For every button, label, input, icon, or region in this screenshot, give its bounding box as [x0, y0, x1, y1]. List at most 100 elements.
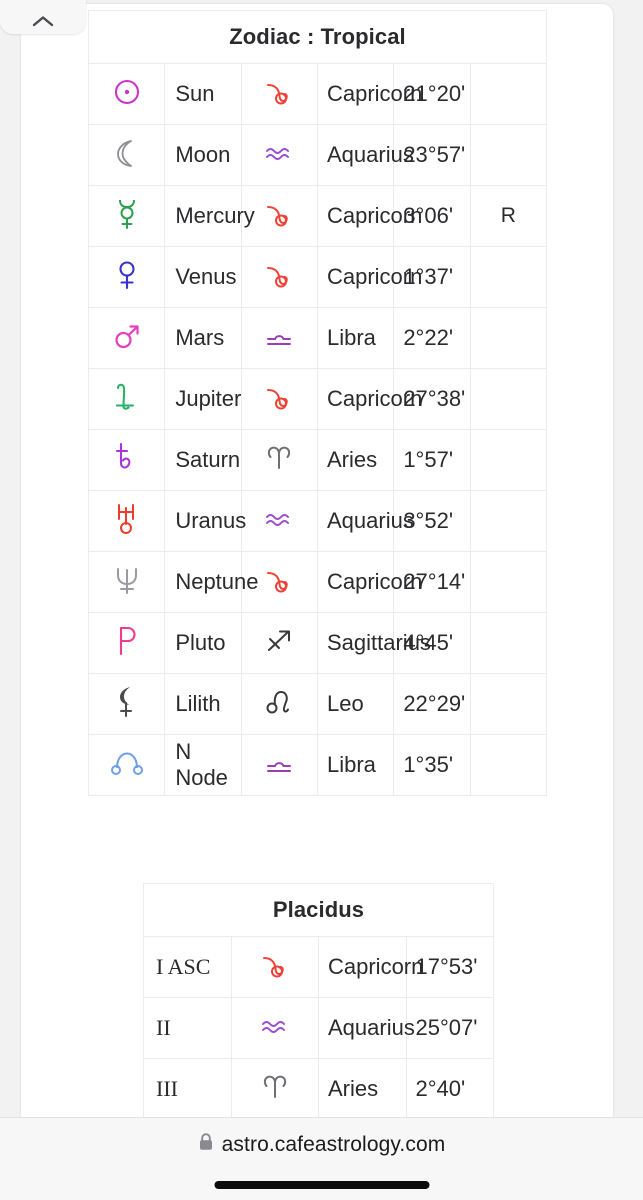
sign-name: Aries: [316, 429, 395, 491]
table-row: Saturn Aries 1°57': [87, 429, 548, 491]
address-bar[interactable]: astro.cafeastrology.com: [0, 1132, 643, 1157]
sign-name: Aquarius: [316, 124, 414, 186]
table-row: Sun Capricorn 21°20': [87, 63, 548, 125]
zodiac-table: Zodiac : Tropical Sun Capricorn 21°20' M…: [87, 10, 548, 796]
browser-screen: Zodiac : Tropical Sun Capricorn 21°20' M…: [0, 0, 643, 1200]
degree-value: 17°53': [405, 936, 494, 998]
placidus-table: Placidus I ASC Capricorn 17°53' II Aquar…: [143, 883, 494, 1118]
table-row: I ASC Capricorn 17°53': [143, 936, 494, 998]
retrograde-marker: R: [469, 185, 548, 247]
planet-name: Sun: [164, 63, 242, 125]
retrograde-marker: [469, 246, 548, 308]
table-row: II Aquarius 25°07': [143, 997, 494, 1059]
planet-name: Pluto: [164, 612, 242, 674]
retrograde-marker: [469, 63, 548, 125]
nnode-glyph: [87, 734, 166, 796]
mars-glyph: [87, 307, 166, 369]
sign-name: Leo: [316, 673, 395, 735]
tab-pill[interactable]: [0, 0, 86, 34]
sagittarius-glyph: [240, 612, 318, 674]
retrograde-marker: [469, 612, 548, 674]
sign-name: Capricorn: [316, 185, 422, 247]
aquarius-glyph: [230, 997, 319, 1059]
planet-name: Uranus: [164, 490, 246, 552]
degree-value: 21°20': [393, 63, 471, 125]
table-row: Neptune Capricorn 27°14': [87, 551, 548, 613]
table-row: Jupiter Capricorn 27°38': [87, 368, 548, 430]
sign-name: Capricorn: [316, 368, 422, 430]
placidus-table-caption: Placidus: [143, 883, 494, 937]
browser-bottom-bar: astro.cafeastrology.com: [0, 1117, 643, 1200]
sign-name: Capricorn: [316, 551, 422, 613]
planet-name: Neptune: [164, 551, 259, 613]
table-row: Venus Capricorn 1°37': [87, 246, 548, 308]
capricorn-glyph: [240, 246, 318, 308]
chevron-up-icon[interactable]: [32, 15, 54, 27]
lock-icon: [198, 1132, 214, 1157]
degree-value: 27°14': [393, 551, 471, 613]
degree-value: 2°40': [405, 1058, 494, 1118]
table-row: Mars Libra 2°22': [87, 307, 548, 369]
aquarius-glyph: [240, 124, 318, 186]
retrograde-marker: [469, 734, 548, 796]
sun-glyph: [87, 63, 166, 125]
retrograde-marker: [469, 124, 548, 186]
sign-name: Libra: [316, 734, 395, 796]
planet-name: Mars: [164, 307, 242, 369]
house-label: II: [143, 997, 232, 1059]
sign-name: Aquarius: [316, 490, 414, 552]
degree-value: 1°37': [393, 246, 471, 308]
libra-glyph: [240, 307, 318, 369]
house-label: III: [143, 1058, 232, 1118]
degree-value: 22°29': [393, 673, 471, 735]
home-indicator[interactable]: [214, 1181, 429, 1189]
lilith-glyph: [87, 673, 166, 735]
retrograde-marker: [469, 551, 548, 613]
zodiac-table-caption: Zodiac : Tropical: [88, 10, 547, 64]
placidus-table-caption-row: Placidus: [143, 883, 494, 937]
sign-name: Capricorn: [316, 246, 422, 308]
retrograde-marker: [469, 490, 548, 552]
table-row: Lilith Leo 22°29': [87, 673, 548, 735]
table-row: Moon Aquarius 23°57': [87, 124, 548, 186]
degree-value: 3°06': [393, 185, 471, 247]
mercury-glyph: [87, 185, 166, 247]
web-page-viewport[interactable]: Zodiac : Tropical Sun Capricorn 21°20' M…: [21, 4, 613, 1118]
sign-name: Capricorn: [318, 936, 423, 998]
sign-name: Sagittarius: [316, 612, 431, 674]
sign-name: Aquarius: [318, 997, 415, 1059]
table-row: Pluto Sagittarius 4°45': [87, 612, 548, 674]
leo-glyph: [240, 673, 318, 735]
aries-glyph: [240, 429, 318, 491]
planet-name: N Node: [164, 734, 242, 796]
table-row: N Node Libra 1°35': [87, 734, 548, 796]
saturn-glyph: [87, 429, 166, 491]
sign-name: Aries: [318, 1058, 407, 1118]
aquarius-glyph: [240, 490, 318, 552]
degree-value: 3°52': [393, 490, 471, 552]
degree-value: 2°22': [393, 307, 471, 369]
planet-name: Jupiter: [164, 368, 242, 430]
moon-glyph: [87, 124, 166, 186]
table-row: Mercury Capricorn 3°06' R: [87, 185, 548, 247]
planet-name: Lilith: [164, 673, 242, 735]
degree-value: 23°57': [393, 124, 471, 186]
degree-value: 1°57': [393, 429, 471, 491]
degree-value: 25°07': [405, 997, 494, 1059]
table-row: III Aries 2°40': [143, 1058, 494, 1118]
house-label: I ASC: [143, 936, 232, 998]
retrograde-marker: [469, 429, 548, 491]
planet-name: Moon: [164, 124, 242, 186]
planet-name: Saturn: [164, 429, 242, 491]
degree-value: 1°35': [393, 734, 471, 796]
pluto-glyph: [87, 612, 166, 674]
retrograde-marker: [469, 368, 548, 430]
planet-name: Mercury: [164, 185, 255, 247]
neptune-glyph: [87, 551, 166, 613]
table-row: Uranus Aquarius 3°52': [87, 490, 548, 552]
retrograde-marker: [469, 673, 548, 735]
sign-name: Libra: [316, 307, 395, 369]
url-text[interactable]: astro.cafeastrology.com: [222, 1133, 446, 1157]
libra-glyph: [240, 734, 318, 796]
venus-glyph: [87, 246, 166, 308]
